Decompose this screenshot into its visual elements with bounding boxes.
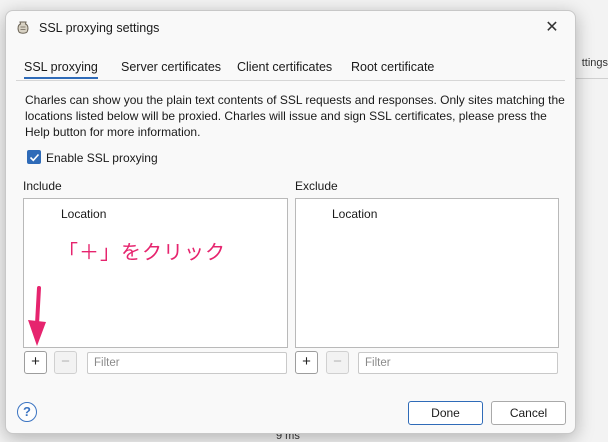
dialog-title: SSL proxying settings xyxy=(39,21,160,35)
include-remove-button[interactable]: − xyxy=(54,351,77,374)
enable-ssl-label: Enable SSL proxying xyxy=(46,151,158,165)
include-location-list[interactable]: Location xyxy=(23,198,288,348)
include-add-button[interactable]: + xyxy=(24,351,47,374)
annotation-arrow-icon xyxy=(28,286,46,346)
enable-ssl-checkbox[interactable] xyxy=(27,150,41,164)
include-filter-input[interactable] xyxy=(87,352,287,374)
tab-divider xyxy=(16,80,565,81)
title-bar[interactable]: SSL proxying settings ✕ xyxy=(6,11,575,45)
exclude-filter-input[interactable] xyxy=(358,352,558,374)
include-location-header[interactable]: Location xyxy=(61,207,106,221)
tab-ssl-proxying[interactable]: SSL proxying xyxy=(24,57,98,79)
tab-server-certificates[interactable]: Server certificates xyxy=(121,57,221,79)
cancel-button[interactable]: Cancel xyxy=(491,401,566,425)
exclude-label: Exclude xyxy=(295,179,338,193)
description-text: Charles can show you the plain text cont… xyxy=(25,93,565,139)
help-icon[interactable]: ? xyxy=(17,402,37,422)
charles-jug-icon xyxy=(16,20,30,36)
background-settings-fragment: ttings xyxy=(581,57,608,69)
tab-client-certificates[interactable]: Client certificates xyxy=(237,57,332,79)
exclude-remove-button[interactable]: − xyxy=(326,351,349,374)
ssl-proxying-settings-dialog: SSL proxying settings ✕ SSL proxying Ser… xyxy=(5,10,576,434)
tab-root-certificate[interactable]: Root certificate xyxy=(351,57,434,79)
click-plus-annotation: 「＋」をクリック xyxy=(58,240,226,264)
exclude-location-list[interactable]: Location xyxy=(295,198,559,348)
include-label: Include xyxy=(23,179,62,193)
done-button[interactable]: Done xyxy=(408,401,483,425)
tab-bar: SSL proxying Server certificates Client … xyxy=(16,57,565,81)
exclude-add-button[interactable]: + xyxy=(295,351,318,374)
exclude-location-header[interactable]: Location xyxy=(332,207,377,221)
close-icon[interactable]: ✕ xyxy=(537,16,567,40)
